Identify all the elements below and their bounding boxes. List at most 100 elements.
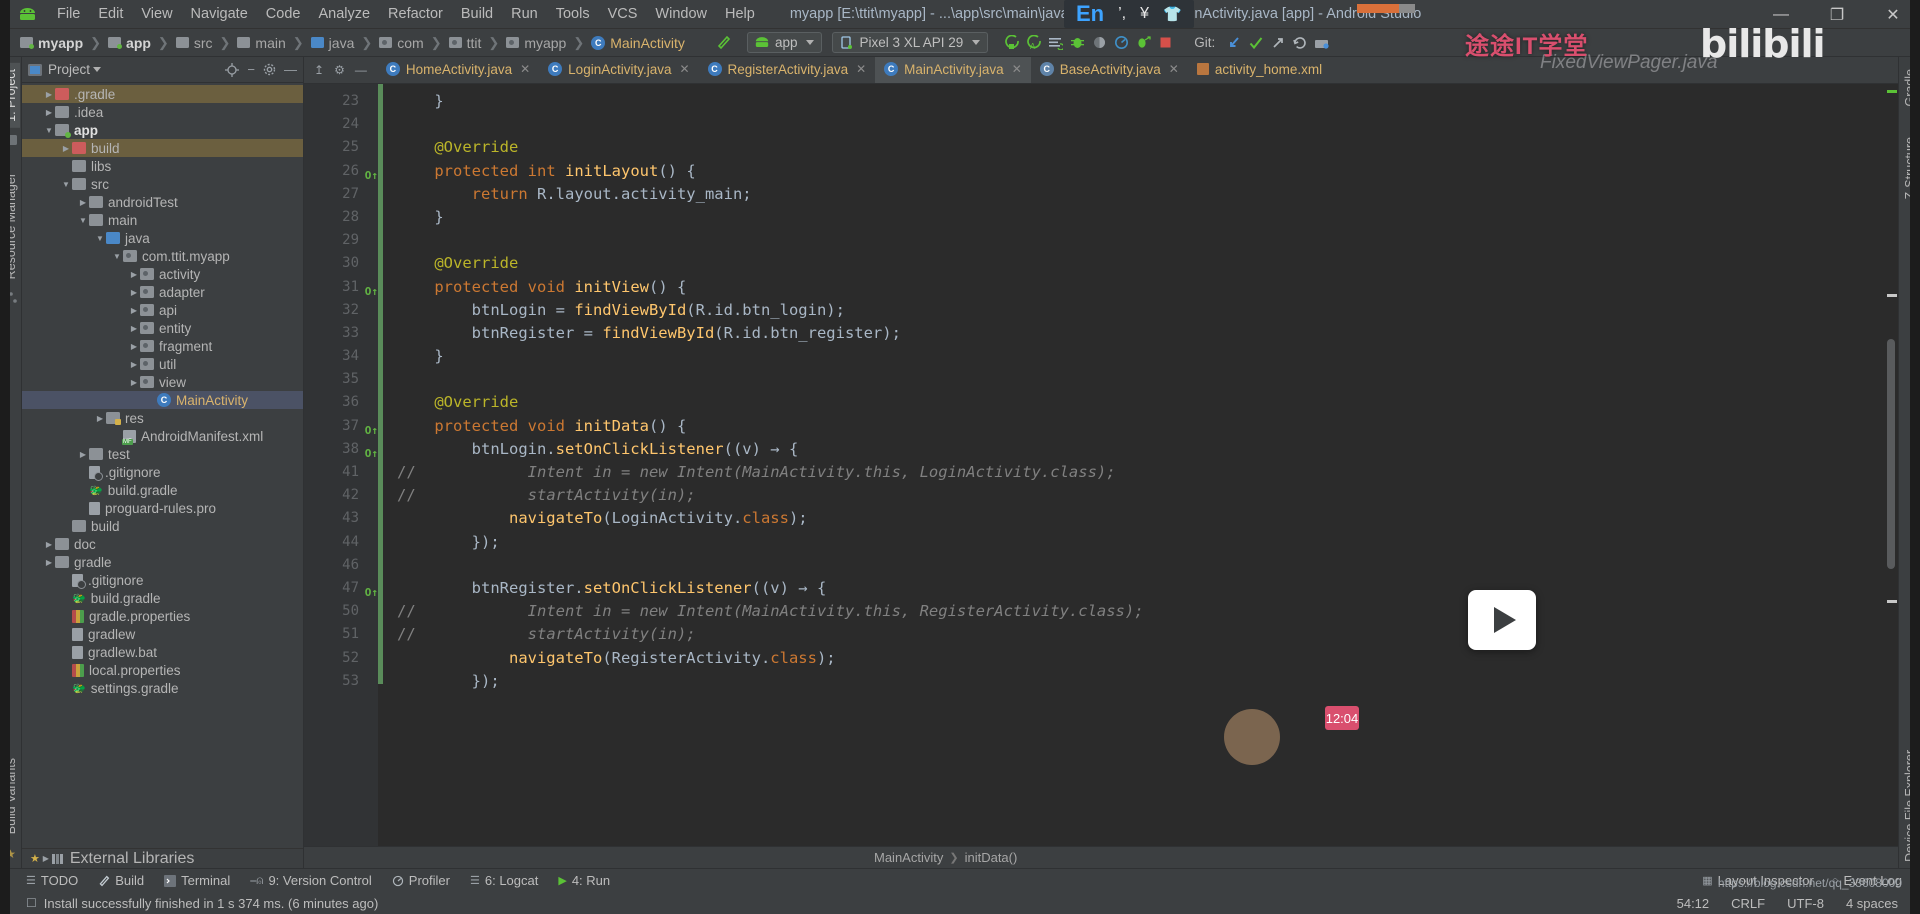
tree-node-local-properties[interactable]: local.properties xyxy=(22,661,303,679)
chevron-right-icon[interactable]: ▶ xyxy=(77,198,89,207)
menu-run[interactable]: Run xyxy=(502,3,547,25)
apply-changes-icon[interactable] xyxy=(1044,32,1066,54)
tree-node-com-ttit-myapp[interactable]: ▼ com.ttit.myapp xyxy=(22,247,303,265)
code-line[interactable]: btnRegister = findViewById(R.id.btn_regi… xyxy=(397,322,1884,345)
line-number[interactable]: 25 xyxy=(304,136,366,159)
tree-node-androidtest[interactable]: ▶ androidTest xyxy=(22,193,303,211)
commit-icon[interactable] xyxy=(1245,32,1267,54)
tree-node-libs[interactable]: libs xyxy=(22,157,303,175)
tree-node--gitignore[interactable]: .gitignore xyxy=(22,571,303,589)
line-number[interactable]: 44 xyxy=(304,531,366,554)
chevron-right-icon[interactable]: ▶ xyxy=(128,306,140,315)
line-number[interactable]: 43 xyxy=(304,507,366,530)
tab-homeactivity[interactable]: C HomeActivity.java ✕ xyxy=(377,57,539,83)
tree-node-src[interactable]: ▼ src xyxy=(22,175,303,193)
menu-vcs[interactable]: VCS xyxy=(599,3,647,25)
tree-node-mainactivity[interactable]: C MainActivity xyxy=(22,391,303,409)
hide-icon[interactable]: — xyxy=(284,62,297,77)
line-number[interactable]: 32 xyxy=(304,299,366,322)
toolwindow-build[interactable]: Build xyxy=(98,873,144,888)
code-line[interactable]: // Intent in = new Intent(MainActivity.t… xyxy=(397,600,1884,623)
tree-node-fragment[interactable]: ▶ fragment xyxy=(22,337,303,355)
close-icon[interactable]: ✕ xyxy=(856,62,866,76)
chevron-right-icon[interactable]: ▶ xyxy=(40,854,52,863)
editor-breadcrumb-method[interactable]: initData() xyxy=(965,850,1018,865)
file-encoding[interactable]: UTF-8 xyxy=(1787,896,1824,911)
chevron-right-icon[interactable]: ▶ xyxy=(128,378,140,387)
override-gutter-icon[interactable]: O↑ xyxy=(365,164,378,187)
override-gutter-icon[interactable]: O↑ xyxy=(365,581,378,604)
menu-file[interactable]: File xyxy=(48,3,89,25)
line-number[interactable]: 51 xyxy=(304,623,366,646)
line-number[interactable]: 53 xyxy=(304,670,366,693)
override-gutter-icon[interactable]: O↑ xyxy=(365,280,378,303)
tree-node-build-gradle[interactable]: 🐲 build.gradle xyxy=(22,481,303,499)
tree-node-api[interactable]: ▶ api xyxy=(22,301,303,319)
module-selector[interactable]: app xyxy=(746,32,823,53)
menu-refactor[interactable]: Refactor xyxy=(379,3,452,25)
line-number[interactable]: 41 xyxy=(304,461,366,484)
line-number[interactable]: 28 xyxy=(304,206,366,229)
indent-setting[interactable]: 4 spaces xyxy=(1846,896,1898,911)
code-line[interactable]: protected int initLayout() { xyxy=(397,160,1884,183)
video-play-button[interactable] xyxy=(1468,590,1536,650)
build-hammer-icon[interactable] xyxy=(713,32,735,54)
close-button[interactable]: ✕ xyxy=(1880,5,1906,25)
breadcrumb[interactable]: myapp ❯ app ❯ src ❯ main ❯ java ❯ com ❯ xyxy=(18,35,687,51)
chevron-right-icon[interactable]: ▶ xyxy=(77,450,89,459)
run-icon[interactable] xyxy=(1000,32,1022,54)
breadcrumb-item-src[interactable]: src xyxy=(174,35,215,51)
history-icon[interactable] xyxy=(1289,32,1311,54)
tree-node-androidmanifest-xml[interactable]: AndroidManifest.xml xyxy=(22,427,303,445)
chevron-right-icon[interactable]: ▶ xyxy=(128,288,140,297)
locate-icon[interactable] xyxy=(225,62,240,77)
breadcrumb-item-com[interactable]: com xyxy=(377,35,425,51)
line-number[interactable]: 34 xyxy=(304,345,366,368)
chevron-right-icon[interactable]: ▶ xyxy=(43,90,55,99)
menu-help[interactable]: Help xyxy=(716,3,764,25)
chevron-right-icon[interactable]: ▶ xyxy=(128,270,140,279)
settings-gear-icon[interactable] xyxy=(263,63,276,76)
code-line[interactable] xyxy=(397,229,1884,252)
code-line[interactable]: // startActivity(in); xyxy=(397,623,1884,646)
device-selector[interactable]: Pixel 3 XL API 29 xyxy=(832,32,989,53)
chevron-right-icon[interactable]: ▶ xyxy=(43,540,55,549)
tab-loginactivity[interactable]: C LoginActivity.java ✕ xyxy=(539,57,698,83)
line-number[interactable]: 38 O↑ xyxy=(304,438,378,461)
code-line[interactable]: btnLogin = findViewById(R.id.btn_login); xyxy=(397,299,1884,322)
collapse-all-icon[interactable]: − xyxy=(247,62,255,77)
attach-debugger-icon[interactable] xyxy=(1132,32,1154,54)
code-line[interactable]: protected void initData() { xyxy=(397,415,1884,438)
tree-node-build[interactable]: build xyxy=(22,517,303,535)
code-line[interactable]: navigateTo(RegisterActivity.class); xyxy=(397,647,1884,670)
menu-analyze[interactable]: Analyze xyxy=(309,3,379,25)
line-number[interactable]: 47 O↑ xyxy=(304,577,378,600)
code-line[interactable]: navigateTo(LoginActivity.class); xyxy=(397,507,1884,530)
stop-icon[interactable] xyxy=(1154,32,1176,54)
breadcrumb-item-myapp-pkg[interactable]: myapp xyxy=(504,35,568,51)
code-line[interactable]: @Override xyxy=(397,136,1884,159)
code-text[interactable]: } @Override protected int initLayout() {… xyxy=(383,84,1884,846)
code-line[interactable] xyxy=(397,368,1884,391)
close-icon[interactable]: ✕ xyxy=(679,62,689,76)
scrollbar-thumb[interactable] xyxy=(1887,339,1895,569)
code-line[interactable]: }); xyxy=(397,670,1884,693)
chevron-down-icon[interactable]: ▼ xyxy=(60,180,72,189)
tab-activity-home-xml[interactable]: activity_home.xml xyxy=(1188,57,1331,83)
menu-window[interactable]: Window xyxy=(646,3,716,25)
minimize-button[interactable]: — xyxy=(1768,6,1794,24)
tree-node-util[interactable]: ▶ util xyxy=(22,355,303,373)
hide-icon[interactable]: — xyxy=(355,63,367,77)
settings-gear-icon[interactable]: ⚙ xyxy=(334,63,345,77)
breadcrumb-item-myapp[interactable]: myapp xyxy=(18,35,85,51)
menu-build[interactable]: Build xyxy=(452,3,502,25)
menu-navigate[interactable]: Navigate xyxy=(182,3,257,25)
ime-punct-icon[interactable]: ’, xyxy=(1118,5,1126,23)
line-number[interactable]: 30 xyxy=(304,252,366,275)
ime-currency-icon[interactable]: ¥ xyxy=(1140,5,1149,23)
restore-button[interactable]: ❐ xyxy=(1824,5,1850,25)
tree-node--idea[interactable]: ▶ .idea xyxy=(22,103,303,121)
menu-view[interactable]: View xyxy=(132,3,181,25)
code-line[interactable]: }); xyxy=(397,531,1884,554)
chevron-down-icon[interactable]: ▼ xyxy=(94,234,106,243)
